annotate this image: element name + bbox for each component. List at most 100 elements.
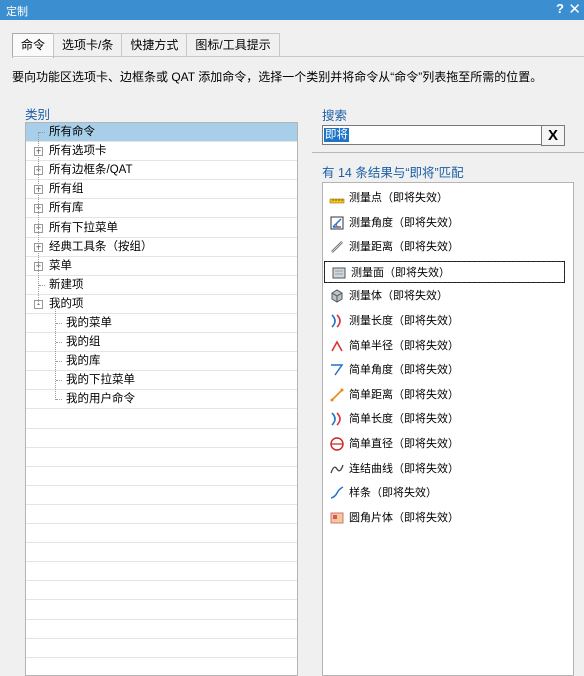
empty-row [26, 448, 297, 467]
empty-row [26, 486, 297, 505]
result-item-label: 简单半径（即将失效） [349, 339, 459, 352]
result-item-label: 测量角度（即将失效） [349, 216, 459, 229]
empty-row [26, 658, 297, 675]
simple-diameter-icon [329, 436, 345, 452]
category-item[interactable]: + 经典工具条（按组） [26, 238, 297, 257]
empty-row [26, 524, 297, 544]
result-item-label: 测量点（即将失效） [349, 192, 448, 204]
simple-distance-icon [329, 387, 345, 403]
tab-icons-tooltips[interactable]: 图标/工具提示 [186, 33, 280, 57]
category-item-label: 所有下拉菜单 [49, 221, 118, 234]
result-item-label: 简单角度（即将失效） [349, 364, 459, 377]
empty-row [26, 467, 297, 486]
category-item[interactable]: 我的下拉菜单 [26, 371, 297, 391]
categories-tree[interactable]: 所有命令 + 所有选项卡 + 所有边框条/QAT + 所有组 + 所有库 + 所有下拉菜单 + 经典工具… [25, 122, 298, 676]
result-item[interactable]: 样条（即将失效） [323, 482, 573, 504]
empty-row [26, 505, 297, 524]
clear-search-button[interactable]: X [541, 125, 565, 146]
tree-connector [55, 308, 56, 401]
category-item-label: 我的库 [66, 355, 101, 368]
ruler-point-icon [329, 190, 345, 206]
category-item[interactable]: + 所有组 [26, 180, 297, 200]
instruction-text: 要向功能区选项卡、边框条或 QAT 添加命令，选择一个类别并将命令从“命令”列表… [12, 70, 543, 84]
tree-connector [38, 132, 39, 304]
tab-shortcuts[interactable]: 快捷方式 [121, 33, 188, 57]
category-item[interactable]: 我的库 [26, 352, 297, 372]
tree-connector [56, 323, 62, 324]
result-item[interactable]: 测量面（即将失效） [324, 260, 565, 283]
category-item-label: 所有选项卡 [49, 145, 107, 158]
empty-row [26, 543, 297, 563]
result-item[interactable]: 测量长度（即将失效） [323, 310, 573, 332]
simple-length-icon [329, 411, 345, 427]
result-item[interactable]: 简单长度（即将失效） [323, 408, 573, 430]
category-item-label: 我的组 [66, 336, 101, 349]
result-item-label: 测量距离（即将失效） [349, 241, 459, 254]
empty-row [26, 562, 297, 582]
category-item-label: 所有组 [49, 183, 84, 196]
empty-row [26, 620, 297, 639]
category-item[interactable]: 我的菜单 [26, 314, 297, 333]
search-input[interactable]: 即将 [322, 125, 542, 145]
tree-connector [56, 380, 62, 382]
tab-tabs-bars[interactable]: 选项卡/条 [53, 33, 123, 57]
result-item-label: 连结曲线（即将失效） [349, 462, 459, 475]
category-item-label: 新建项 [49, 278, 84, 291]
category-item-label: 我的下拉菜单 [66, 374, 135, 387]
category-item[interactable]: + 所有库 [26, 199, 297, 219]
window-title: 定制 [6, 6, 28, 18]
category-item[interactable]: + 所有边框条/QAT [26, 161, 297, 181]
tab-commands[interactable]: 命令 [12, 33, 55, 58]
category-item[interactable]: + 所有选项卡 [26, 142, 297, 162]
result-item[interactable]: 圆角片体（即将失效） [323, 507, 573, 529]
tab-strip: 命令 选项卡/条 快捷方式 图标/工具提示 [12, 33, 280, 58]
result-item[interactable]: 测量体（即将失效） [323, 285, 573, 307]
measure-face-icon [331, 265, 347, 281]
category-item[interactable]: + 所有下拉菜单 [26, 219, 297, 238]
category-item-label: 我的项 [49, 297, 84, 310]
tree-connector [56, 399, 62, 401]
results-summary: 有 14 条结果与“即将”匹配 [322, 166, 464, 180]
empty-row [26, 410, 297, 429]
result-item-label: 简单距离（即将失效） [349, 388, 459, 401]
simple-radius-icon [329, 338, 345, 354]
result-item[interactable]: 简单距离（即将失效） [323, 384, 573, 406]
result-item[interactable]: 简单半径（即将失效） [323, 335, 573, 357]
empty-row [26, 581, 297, 601]
category-item[interactable]: - 我的项 [26, 295, 297, 314]
title-bar: 定制 ? ✕ [0, 0, 584, 20]
result-item[interactable]: 连结曲线（即将失效） [323, 458, 573, 480]
close-button[interactable]: ✕ [568, 0, 581, 18]
tab-divider [12, 56, 584, 57]
empty-row [26, 639, 297, 658]
empty-row [26, 601, 297, 620]
result-item-label: 测量面（即将失效） [351, 266, 450, 279]
result-item-label: 简单直径（即将失效） [349, 438, 459, 450]
category-item[interactable]: + 菜单 [26, 257, 297, 276]
results-list[interactable]: 测量点（即将失效） 测量角度（即将失效） 测量距离（即将失效） 测量面（即将失效） 测量… [322, 182, 574, 676]
tree-connector [39, 132, 45, 133]
category-item-label: 所有边框条/QAT [49, 164, 133, 177]
result-item[interactable]: 测量角度（即将失效） [323, 212, 573, 234]
tree-connector [56, 342, 62, 344]
category-item-label: 我的用户命令 [66, 393, 135, 406]
tree-connector [39, 284, 45, 286]
fillet-sheet-icon [329, 510, 345, 526]
result-item-label: 测量长度（即将失效） [349, 315, 459, 327]
category-item[interactable]: 新建项 [26, 276, 297, 295]
category-item[interactable]: 我的组 [26, 333, 297, 353]
category-item-label: 所有库 [49, 202, 84, 215]
result-item[interactable]: 简单直径（即将失效） [323, 433, 573, 455]
result-item[interactable]: 测量距离（即将失效） [323, 236, 573, 258]
category-item[interactable]: 所有命令 [26, 123, 297, 142]
categories-label: 类别 [25, 108, 51, 122]
result-item[interactable]: 简单角度（即将失效） [323, 359, 573, 381]
category-item[interactable]: 我的用户命令 [26, 390, 297, 410]
category-item-label: 所有命令 [46, 123, 98, 141]
measure-length-icon [329, 313, 345, 329]
measure-distance-icon [329, 239, 345, 255]
help-button[interactable]: ? [556, 1, 564, 16]
tree-connector [56, 361, 62, 363]
spline-icon [329, 485, 345, 501]
result-item[interactable]: 测量点（即将失效） [323, 187, 573, 209]
